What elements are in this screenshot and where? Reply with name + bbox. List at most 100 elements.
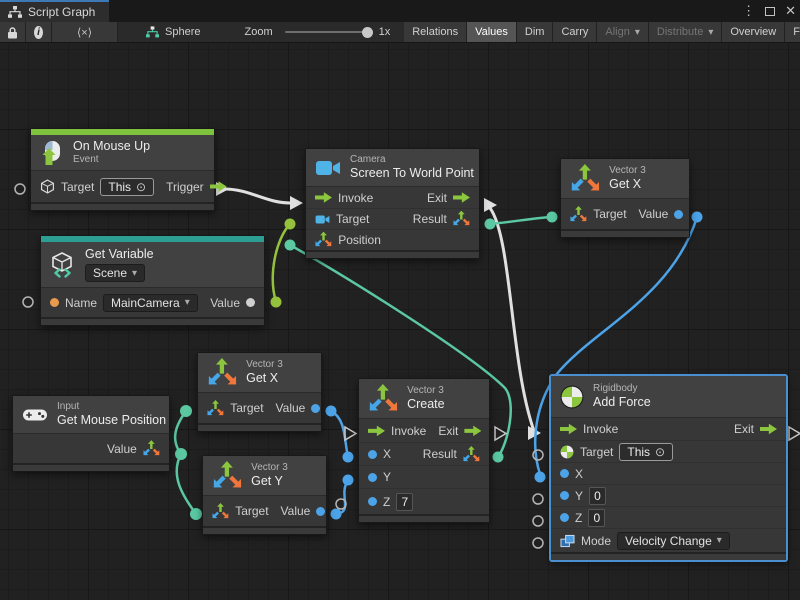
zoom-slider[interactable] (285, 31, 373, 33)
exit-port[interactable] (760, 424, 777, 435)
dim-button[interactable]: Dim (517, 22, 554, 42)
wire-gety-to-create-y[interactable] (331, 475, 354, 520)
node-get-variable[interactable]: Get Variable Scene Name MainCamera Value (40, 235, 265, 326)
camera-icon (315, 159, 341, 177)
port-onmouseup-target-unconnected[interactable] (15, 184, 25, 194)
z-value-field[interactable]: 0 (588, 509, 605, 527)
node-get-x-top[interactable]: Vector 3 Get X Target Value (560, 158, 690, 238)
zoom-control: Zoom 1x (234, 22, 394, 42)
z-value-field[interactable]: 7 (396, 493, 413, 511)
node-footer (41, 317, 264, 325)
node-create-vector3[interactable]: Vector 3 Create Invoke Exit X Result (358, 378, 490, 523)
variable-scope-value: Scene (93, 266, 127, 280)
wire-getx-to-create-x[interactable] (326, 406, 354, 463)
values-button[interactable]: Values (467, 22, 517, 42)
node-type: Camera (350, 154, 474, 166)
value-label: Value (639, 207, 669, 221)
y-input-port[interactable] (368, 473, 377, 482)
invoke-port[interactable] (315, 192, 332, 203)
target-label: Target (580, 445, 613, 459)
value-output-port[interactable] (246, 298, 255, 307)
vector3-icon[interactable] (463, 446, 480, 463)
tab-script-graph[interactable]: Script Graph (0, 0, 109, 22)
target-this-picker[interactable]: This ⊙ (619, 443, 673, 461)
port-create-exit-unconnected[interactable] (495, 427, 506, 440)
zoom-to-fit-icon: ⟨×⟩ (77, 26, 92, 39)
exit-port[interactable] (453, 192, 470, 203)
align-dropdown[interactable]: Align (597, 22, 649, 42)
node-get-mouse-position[interactable]: Input Get Mouse Position Value (12, 395, 170, 472)
zoom-slider-handle[interactable] (362, 27, 373, 38)
z-label: Z (383, 495, 390, 509)
node-title: Get Mouse Position (57, 413, 166, 428)
wire-variable-to-target[interactable] (271, 219, 296, 308)
vector3-icon[interactable] (570, 206, 587, 223)
z-input-port[interactable] (368, 497, 377, 506)
node-add-force[interactable]: Rigidbody Add Force Invoke Exit Target T… (550, 375, 787, 561)
node-header: Vector 3 Create (359, 379, 489, 419)
port-addforce-mode-unconnected[interactable] (533, 538, 543, 548)
info-button[interactable]: i (26, 22, 52, 42)
y-input-port[interactable] (560, 491, 569, 500)
rigidbody-icon (560, 385, 584, 409)
invoke-label: Invoke (338, 191, 373, 205)
port-row-z: Z 0 (551, 506, 786, 528)
x-input-port[interactable] (560, 469, 569, 478)
port-addforce-z-unconnected[interactable] (533, 516, 543, 526)
value-output-port[interactable] (311, 404, 320, 413)
exit-port[interactable] (464, 425, 481, 436)
vector3-icon[interactable] (212, 503, 229, 520)
node-screen-to-world-point[interactable]: Camera Screen To World Point Invoke Exit… (305, 148, 480, 259)
vector3-icon[interactable] (207, 400, 224, 417)
maximize-icon[interactable] (765, 7, 775, 16)
port-getvariable-name-unconnected[interactable] (23, 297, 33, 307)
relations-button[interactable]: Relations (404, 22, 467, 42)
port-row: Target Value (203, 496, 326, 526)
mode-label: Mode (581, 534, 611, 548)
graph-canvas[interactable]: On Mouse Up Event Target This ⊙ Trigger (0, 43, 800, 600)
node-get-y[interactable]: Vector 3 Get Y Target Value (202, 455, 327, 535)
wire-exit-to-addforce[interactable] (484, 198, 541, 440)
node-on-mouse-up[interactable]: On Mouse Up Event Target This ⊙ Trigger (30, 128, 215, 211)
lock-button[interactable] (0, 22, 26, 42)
carry-button[interactable]: Carry (553, 22, 597, 42)
menu-icon[interactable]: ⋮ (742, 3, 755, 19)
vector3-icon[interactable] (143, 440, 160, 457)
port-addforce-y-unconnected[interactable] (533, 494, 543, 504)
port-row-target: Target This ⊙ (551, 440, 786, 462)
variable-name-dropdown[interactable]: MainCamera (103, 294, 198, 312)
object-picker-icon: ⊙ (655, 445, 665, 459)
node-title: Get Y (251, 474, 288, 489)
variable-scope-dropdown[interactable]: Scene (85, 264, 145, 282)
x-label: X (383, 447, 391, 461)
x-input-port[interactable] (368, 450, 377, 459)
zoom-to-fit-button[interactable]: ⟨×⟩ (52, 22, 118, 42)
node-footer (306, 250, 479, 258)
gamepad-icon (22, 407, 48, 423)
node-type: Vector 3 (246, 359, 283, 371)
value-output-port[interactable] (316, 507, 325, 516)
gameobject-icon (40, 179, 55, 194)
close-icon[interactable]: ✕ (785, 3, 796, 19)
port-create-invoke-unconnected[interactable] (345, 427, 356, 440)
invoke-label: Invoke (391, 424, 426, 438)
target-this-picker[interactable]: This ⊙ (100, 178, 154, 196)
vector3-icon[interactable] (315, 232, 332, 249)
z-input-port[interactable] (560, 513, 569, 522)
wire-trigger-to-invoke[interactable] (216, 182, 303, 210)
node-header: On Mouse Up Event (31, 135, 214, 171)
value-label: Value (281, 504, 311, 518)
port-addforce-exit-unconnected[interactable] (789, 427, 800, 440)
invoke-port[interactable] (368, 425, 385, 436)
y-value-field[interactable]: 0 (589, 487, 606, 505)
port-addforce-target-unconnected[interactable] (533, 450, 543, 460)
name-input-port[interactable] (50, 298, 59, 307)
distribute-dropdown[interactable]: Distribute (649, 22, 723, 42)
node-get-x-mid[interactable]: Vector 3 Get X Target Value (197, 352, 322, 432)
overview-button[interactable]: Overview (722, 22, 785, 42)
value-output-port[interactable] (674, 210, 683, 219)
vector3-icon[interactable] (453, 211, 470, 228)
invoke-port[interactable] (560, 424, 577, 435)
mode-dropdown[interactable]: Velocity Change (617, 532, 730, 550)
fullscreen-button[interactable]: Full Screen (785, 22, 800, 42)
